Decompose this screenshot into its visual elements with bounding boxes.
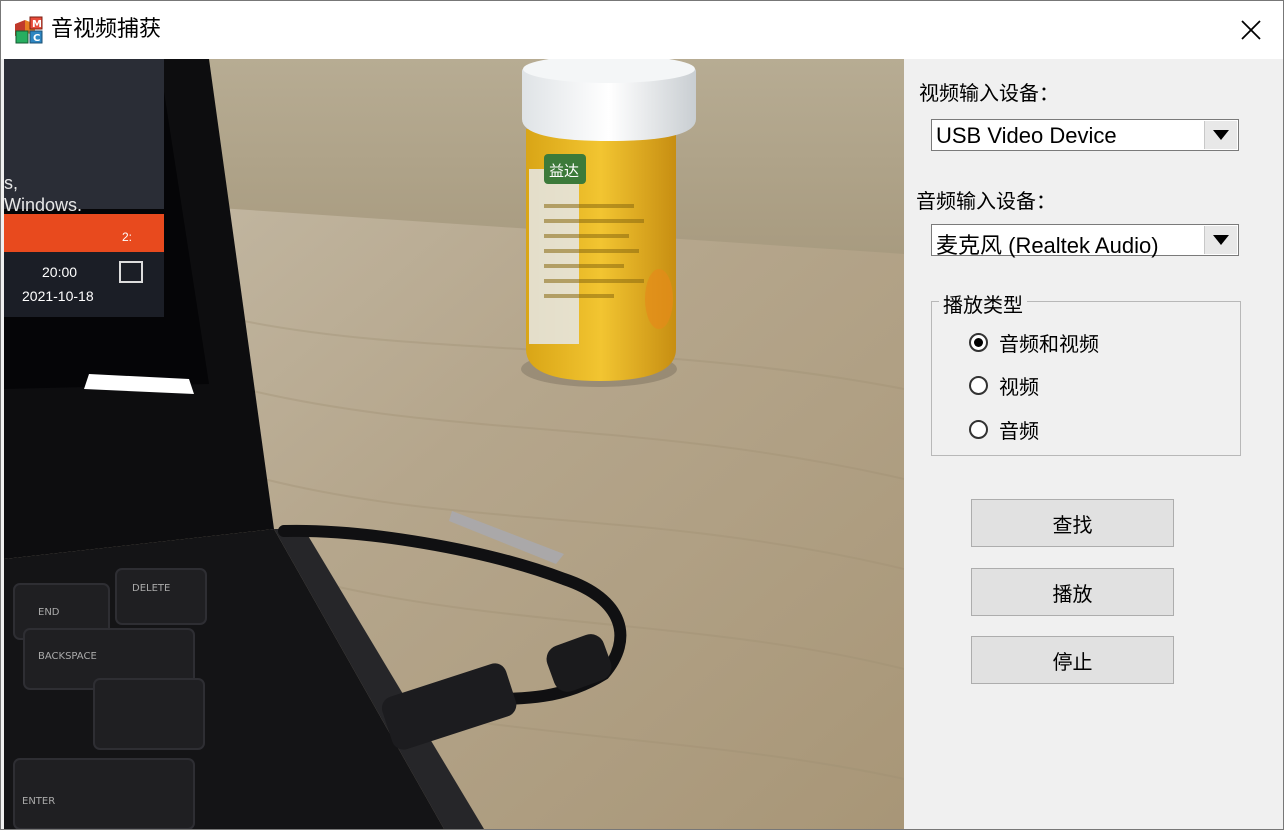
camera-frame: s, Windows. 2: 20:00 2021-10-18 END DELE…: [4, 59, 904, 829]
audio-device-value: 麦克风 (Realtek Audio): [936, 233, 1159, 258]
audio-input-label: 音频输入设备：: [916, 189, 1056, 213]
svg-text:C: C: [33, 33, 40, 44]
key-enter-label: ENTER: [22, 796, 55, 807]
radio-unchecked-icon: [969, 375, 988, 395]
radio-video-label: 视频: [999, 374, 1039, 399]
find-button[interactable]: 查找: [971, 499, 1174, 547]
radio-audio-video[interactable]: 音频和视频: [969, 329, 1099, 356]
laptop-text-2: Windows.: [4, 195, 82, 215]
laptop-time: 20:00: [42, 264, 77, 280]
key-end-label: END: [38, 607, 60, 618]
video-preview: s, Windows. 2: 20:00 2021-10-18 END DELE…: [4, 59, 904, 829]
radio-checked-icon: [969, 332, 988, 352]
radio-audio-video-label: 音频和视频: [999, 331, 1099, 356]
play-button[interactable]: 播放: [971, 568, 1174, 616]
radio-video[interactable]: 视频: [969, 372, 1039, 399]
chevron-down-icon: [1213, 235, 1229, 245]
laptop-date: 2021-10-18: [22, 288, 94, 304]
video-device-value: USB Video Device: [936, 123, 1117, 148]
video-device-select[interactable]: USB Video Device: [931, 119, 1239, 151]
chevron-down-icon: [1213, 130, 1229, 140]
laptop-text-3: 2:: [122, 230, 132, 244]
key-delete-label: DELETE: [132, 583, 170, 594]
play-type-title: 播放类型: [939, 289, 1027, 318]
audio-dropdown-button[interactable]: [1204, 226, 1237, 254]
close-icon: [1241, 20, 1261, 40]
radio-unchecked-icon: [969, 419, 988, 439]
laptop-text-1: s,: [4, 173, 18, 193]
title-bar: M C 音视频捕获: [1, 1, 1283, 59]
video-dropdown-button[interactable]: [1204, 121, 1237, 149]
audio-device-select[interactable]: 麦克风 (Realtek Audio): [931, 224, 1239, 258]
window-title: 音视频捕获: [51, 17, 162, 42]
stop-button[interactable]: 停止: [971, 636, 1174, 684]
radio-audio[interactable]: 音频: [969, 416, 1039, 443]
radio-audio-label: 音频: [999, 418, 1039, 443]
key-backspace-label: BACKSPACE: [38, 651, 97, 662]
video-input-label: 视频输入设备：: [919, 81, 1059, 105]
can-brand-text: 益达: [549, 162, 579, 180]
app-icon: M C: [15, 16, 43, 44]
svg-text:M: M: [32, 19, 42, 30]
app-window: M C 音视频捕获 s, Windows. 2: 20:00 2021-10-1…: [0, 0, 1284, 830]
close-button[interactable]: [1219, 1, 1283, 59]
